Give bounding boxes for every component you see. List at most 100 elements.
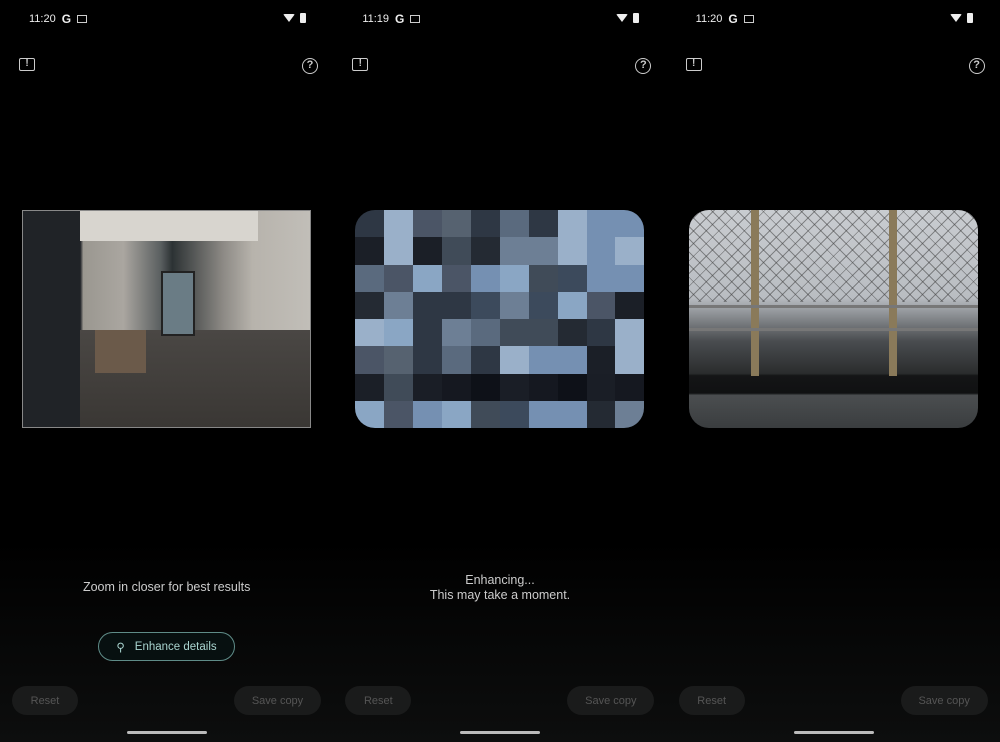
mosaic-cell [442, 346, 471, 374]
mosaic-cell [413, 237, 443, 265]
mosaic-cell [557, 291, 587, 319]
mosaic-cell [470, 373, 500, 401]
mosaic-cell [355, 291, 385, 319]
hint-text: Zoom in closer for best results [82, 580, 251, 594]
mosaic-cell [470, 400, 500, 428]
enhance-label: Enhance details [134, 640, 217, 653]
mosaic-cell [384, 264, 414, 292]
mosaic-cell [355, 319, 385, 347]
help-icon[interactable]: ? [635, 58, 652, 74]
room-photo[interactable] [22, 210, 311, 428]
mosaic-cell [586, 400, 616, 428]
mosaic-cell [557, 373, 587, 401]
mosaic-cell [384, 346, 414, 374]
mosaic-cell [442, 373, 471, 401]
mosaic-cell [528, 319, 558, 347]
google-icon: G [61, 12, 72, 26]
mosaic-cell [384, 319, 414, 347]
mosaic-cell [499, 210, 529, 238]
mosaic-cell [557, 210, 587, 238]
status-bar: 11:19 G [362, 12, 421, 26]
mosaic-cell [586, 346, 616, 374]
mosaic-cell [586, 237, 616, 265]
mosaic-cell [586, 264, 616, 292]
mosaic-cell [470, 346, 500, 374]
wait-text: This may take a moment. [429, 588, 571, 602]
home-indicator[interactable] [793, 731, 874, 734]
battery-icon [300, 13, 306, 23]
save-copy-button[interactable]: Save copy [900, 686, 988, 715]
mosaic-cell [470, 210, 500, 238]
enhanced-railing-photo[interactable] [688, 210, 978, 428]
google-icon: G [728, 12, 738, 26]
feedback-icon[interactable]: ! [352, 58, 369, 71]
mosaic-cell [384, 291, 414, 319]
mosaic-cell [470, 291, 500, 319]
help-icon[interactable]: ? [968, 58, 985, 74]
save-copy-button[interactable]: Save copy [567, 686, 655, 715]
mosaic-cell [413, 346, 443, 374]
mosaic-cell [499, 400, 529, 428]
time: 11:20 [695, 13, 723, 25]
mosaic-cell [413, 291, 443, 319]
reset-button[interactable]: Reset [345, 686, 412, 715]
mosaic-cell [413, 210, 443, 238]
reset-button[interactable]: Reset [12, 686, 78, 715]
mosaic-cell [586, 319, 616, 347]
screen-1: 11:20 G ! ? Zoom in closer for best resul… [0, 0, 334, 742]
wifi-icon [616, 14, 629, 22]
pixelated-preview [355, 210, 645, 428]
mosaic-cell [384, 210, 414, 238]
mosaic-cell [384, 373, 414, 401]
mosaic-cell [384, 237, 414, 265]
mosaic-cell [355, 264, 385, 292]
mosaic-cell [586, 210, 616, 238]
enhance-sparkle-icon: ⚲ [116, 641, 125, 654]
mosaic-cell [413, 319, 443, 347]
mosaic-cell [528, 237, 558, 265]
mosaic-cell [615, 373, 645, 401]
enhancing-text: Enhancing... [465, 573, 535, 587]
mosaic-cell [528, 346, 558, 374]
mosaic-cell [499, 373, 529, 401]
home-indicator[interactable] [127, 731, 207, 734]
mosaic-cell [499, 346, 529, 374]
mosaic-cell [615, 264, 645, 292]
battery-icon [966, 13, 973, 23]
mosaic-cell [355, 237, 385, 265]
mosaic-cell [557, 264, 587, 292]
calendar-icon [77, 15, 88, 23]
reset-button[interactable]: Reset [678, 686, 745, 715]
mosaic-cell [528, 400, 558, 428]
mosaic-cell [442, 237, 471, 265]
google-icon: G [395, 12, 405, 26]
mosaic-cell [528, 210, 558, 238]
mosaic-cell [499, 291, 529, 319]
mosaic-cell [355, 346, 385, 374]
feedback-icon[interactable]: ! [19, 58, 35, 71]
time: 11:20 [29, 13, 56, 25]
wifi-icon [283, 14, 295, 22]
mosaic-cell [499, 264, 529, 292]
mosaic-cell [557, 319, 587, 347]
mosaic-cell [499, 319, 529, 347]
calendar-icon [410, 15, 421, 23]
mosaic-cell [442, 264, 471, 292]
help-icon[interactable]: ? [302, 58, 318, 74]
save-copy-button[interactable]: Save copy [234, 686, 321, 715]
mosaic-cell [499, 237, 529, 265]
mosaic-cell [413, 400, 443, 428]
mosaic-cell [355, 210, 385, 238]
mosaic-cell [615, 400, 645, 428]
screen-3: 11:20 G ! ? Reset Save copy [666, 0, 1000, 742]
mosaic-cell [586, 373, 616, 401]
mosaic-cell [557, 400, 587, 428]
mosaic-cell [442, 291, 471, 319]
mosaic-cell [557, 237, 587, 265]
home-indicator[interactable] [460, 731, 541, 734]
status-bar: 11:20 G [29, 12, 88, 26]
enhance-details-button[interactable]: ⚲ Enhance details [98, 632, 235, 661]
feedback-icon[interactable]: ! [685, 58, 702, 71]
battery-icon [633, 13, 640, 23]
mosaic-cell [615, 210, 645, 238]
